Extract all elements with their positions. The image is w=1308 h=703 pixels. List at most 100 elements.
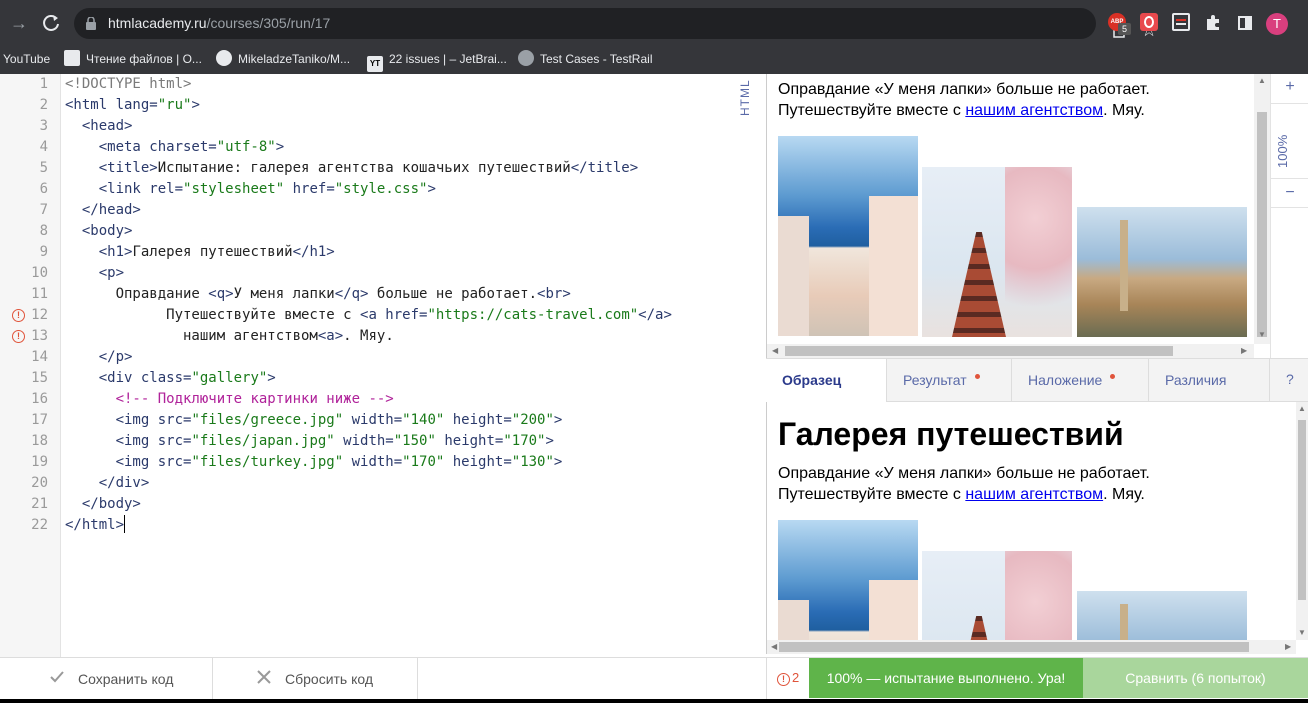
- document-icon: [64, 50, 80, 66]
- code-token: "130": [511, 454, 554, 470]
- code-token: "stylesheet": [183, 181, 285, 197]
- code-line[interactable]: <link rel="stylesheet" href="style.css">: [65, 179, 436, 200]
- sample-preview: Галерея путешествий Оправдание «У меня л…: [766, 402, 1296, 640]
- code-token: href=: [284, 181, 335, 197]
- code-line[interactable]: <p>: [65, 263, 124, 284]
- tab-result[interactable]: Результат: [887, 359, 1012, 402]
- warning-icon[interactable]: !: [12, 309, 25, 322]
- line-number: 5: [39, 160, 48, 176]
- code-line[interactable]: <head>: [65, 116, 133, 137]
- bookmark-testrail[interactable]: Test Cases - TestRail: [518, 49, 652, 69]
- code-token: </h1>: [292, 244, 335, 260]
- code-line[interactable]: <img src="files/japan.jpg" width="150" h…: [65, 431, 554, 452]
- code-line[interactable]: </div>: [65, 473, 150, 494]
- code-line[interactable]: <div class="gallery">: [65, 368, 276, 389]
- code-token: <title>: [65, 160, 158, 176]
- code-line[interactable]: <!-- Подключите картинки ниже -->: [65, 389, 394, 410]
- taskbar-strip: [0, 699, 1308, 703]
- line-number-gutter: 1 2 3 4 5 6 7 8 9 10 11 12 13 14 15 16 17 18 19 20 21 22!!: [0, 74, 61, 657]
- code-line[interactable]: <h1>Галерея путешествий</h1>: [65, 242, 335, 263]
- code-token: <!DOCTYPE html>: [65, 76, 192, 92]
- code-line[interactable]: </head>: [65, 200, 141, 221]
- code-line[interactable]: Оправдание <q>У меня лапки</q> больше не…: [65, 284, 571, 305]
- code-token: <img src=: [65, 454, 192, 470]
- reset-code-button[interactable]: Сбросить код: [213, 658, 418, 702]
- extensions-puzzle-icon[interactable]: [1204, 13, 1222, 31]
- back-arrow-icon[interactable]: →: [8, 12, 30, 34]
- code-token: width=: [343, 412, 403, 428]
- code-token: <meta charset=: [65, 139, 217, 155]
- scrollbar-thumb[interactable]: [779, 642, 1249, 652]
- code-line[interactable]: <html lang="ru">: [65, 95, 200, 116]
- preview-horizontal-scrollbar[interactable]: ◀ ▶: [766, 344, 1254, 358]
- zoom-out-button[interactable]: −: [1271, 178, 1308, 208]
- code-token: нашим агентством: [65, 328, 318, 344]
- turkey-image: [1077, 591, 1247, 640]
- code-token: <br>: [537, 286, 571, 302]
- code-token: height=: [435, 433, 504, 449]
- opera-extension-icon[interactable]: [1140, 13, 1158, 31]
- profile-avatar[interactable]: T: [1266, 13, 1288, 35]
- code-line[interactable]: <body>: [65, 221, 133, 242]
- compare-button[interactable]: Сравнить (6 попыток): [1083, 658, 1308, 698]
- code-token: "170": [503, 433, 546, 449]
- code-line[interactable]: <meta charset="utf-8">: [65, 137, 284, 158]
- code-line[interactable]: Путешествуйте вместе с <a href="https://…: [65, 305, 672, 326]
- error-counter[interactable]: ! 2: [777, 658, 799, 702]
- preview-agency-link[interactable]: нашим агентством: [965, 486, 1103, 503]
- line-number: 1: [39, 76, 48, 92]
- preview-line-1: Оправдание «У меня лапки» больше не рабо…: [778, 465, 1150, 482]
- code-token: <head>: [81, 118, 133, 134]
- scrollbar-thumb[interactable]: [785, 346, 1173, 356]
- adblock-badge: 5: [1118, 23, 1131, 35]
- code-token: "gallery": [191, 370, 268, 386]
- scrollbar-thumb[interactable]: [1298, 420, 1306, 600]
- code-token: <a>: [317, 328, 344, 344]
- tab-overlay[interactable]: Наложение: [1012, 359, 1149, 402]
- tab-differences[interactable]: Различия: [1149, 359, 1270, 402]
- preview-line-1: Оправдание «У меня лапки» больше не рабо…: [778, 81, 1150, 98]
- code-line[interactable]: <img src="files/turkey.jpg" width="170" …: [65, 452, 563, 473]
- save-code-button[interactable]: Сохранить код: [0, 658, 213, 702]
- jetbrains-icon: YT: [367, 56, 383, 72]
- sample-vertical-scrollbar[interactable]: ▲ ▼: [1296, 402, 1308, 640]
- bookmark-file-reading[interactable]: Чтение файлов | О...: [64, 49, 202, 69]
- code-line[interactable]: <!DOCTYPE html>: [65, 74, 191, 95]
- code-token: "files/turkey.jpg": [191, 454, 344, 470]
- bookmark-jetbrains[interactable]: YT 22 issues | – JetBrai...: [367, 49, 507, 72]
- code-token: width=: [343, 454, 403, 470]
- code-line[interactable]: нашим агентством<a>. Мяу.: [65, 326, 394, 347]
- side-panel-icon[interactable]: [1238, 16, 1252, 30]
- warning-icon[interactable]: !: [12, 330, 25, 343]
- code-token: >: [275, 139, 285, 155]
- sample-horizontal-scrollbar[interactable]: ◀ ▶: [766, 640, 1296, 654]
- turkey-image: [1077, 207, 1247, 337]
- bookmarks-bar: YouTube Чтение файлов | О... MikeladzeTa…: [0, 46, 1308, 74]
- code-token: "files/greece.jpg": [191, 412, 344, 428]
- code-line[interactable]: </body>: [65, 494, 141, 515]
- code-editor[interactable]: 1 2 3 4 5 6 7 8 9 10 11 12 13 14 15 16 17 18 19 20 21 22!! <!…: [0, 74, 766, 657]
- bookmark-youtube[interactable]: YouTube: [3, 49, 50, 69]
- code-token: Путешествуйте вместе с: [65, 307, 361, 323]
- code-line[interactable]: <img src="files/greece.jpg" width="140" …: [65, 410, 563, 431]
- help-button[interactable]: ?: [1286, 358, 1294, 401]
- preview-vertical-scrollbar[interactable]: ▲ ▼: [1254, 74, 1270, 344]
- code-line[interactable]: <title>Испытание: галерея агентства коша…: [65, 158, 638, 179]
- code-line[interactable]: </p>: [65, 347, 133, 368]
- address-bar[interactable]: htmlacademy.ru/courses/305/run/17 ☆: [74, 8, 1157, 40]
- code-token: </title>: [570, 160, 639, 176]
- japan-image: [922, 551, 1072, 640]
- code-line[interactable]: </html>: [65, 515, 126, 536]
- bookmark-github[interactable]: MikeladzeTaniko/M...: [216, 49, 350, 69]
- code-token: height=: [444, 412, 512, 428]
- greece-image: [778, 136, 918, 336]
- preview-agency-link[interactable]: нашим агентством: [965, 102, 1103, 119]
- zoom-in-button[interactable]: +: [1271, 74, 1308, 104]
- tab-sample[interactable]: Образец: [766, 359, 887, 402]
- line-number: 18: [31, 433, 48, 449]
- sheet-extension-icon[interactable]: [1172, 13, 1190, 31]
- line-number: 20: [31, 475, 48, 491]
- reload-icon[interactable]: [40, 12, 62, 34]
- scrollbar-thumb[interactable]: [1257, 112, 1267, 337]
